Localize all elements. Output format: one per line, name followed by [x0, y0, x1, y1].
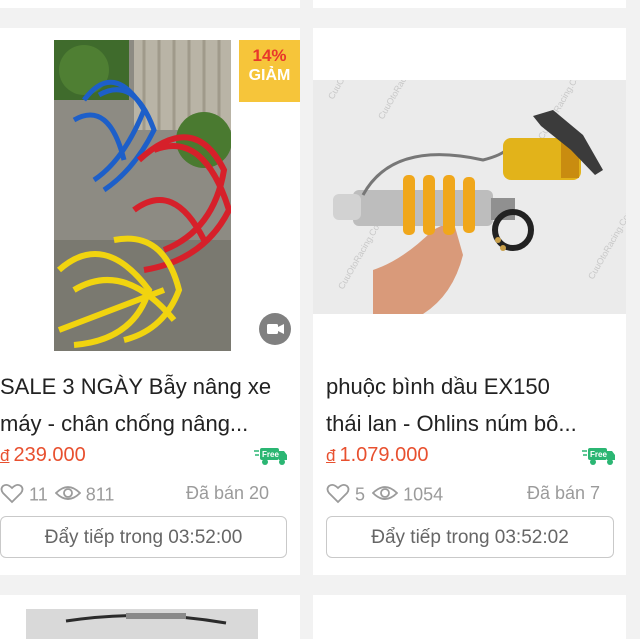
likes-count: 11	[29, 484, 48, 505]
eye-icon	[54, 484, 81, 507]
product-title-line1[interactable]: phuộc bình dầu EX150	[326, 368, 626, 405]
product-stats: 11 811	[0, 482, 114, 509]
product-price: đ 239.000	[0, 444, 86, 467]
discount-label: GIẢM	[248, 67, 291, 84]
discount-percent: 14%	[252, 46, 287, 65]
currency-symbol: đ	[326, 446, 336, 465]
push-button[interactable]: Đẩy tiếp trong 03:52:00	[0, 516, 287, 558]
video-icon[interactable]	[259, 313, 291, 345]
free-shipping-icon: Free	[582, 445, 616, 467]
product-title-line2[interactable]: thái lan - Ohlins núm bô...	[326, 405, 626, 442]
free-label: Free	[262, 450, 279, 459]
heart-icon[interactable]	[0, 482, 24, 509]
likes-count: 5	[355, 484, 366, 505]
sold-count: Đã bán 7	[527, 483, 601, 503]
product-card-top-left[interactable]	[0, 0, 300, 8]
product-image[interactable]	[54, 40, 231, 351]
eye-icon	[371, 484, 399, 507]
free-label: Free	[590, 450, 607, 459]
price-value: 1.079.000	[339, 444, 429, 466]
product-price: đ 1.079.000	[326, 444, 428, 467]
product-card-top-right[interactable]	[313, 0, 626, 8]
price-value: 239.000	[13, 444, 86, 466]
free-shipping-icon: Free	[254, 445, 288, 467]
product-title-line1[interactable]: SALE 3 NGÀY Bẫy nâng xe	[0, 368, 300, 405]
sold-count: Đã bán 20	[186, 483, 270, 503]
discount-badge: 14% GIẢM	[239, 40, 300, 102]
product-card-bottom-left[interactable]	[0, 595, 300, 639]
product-image[interactable]	[26, 609, 258, 639]
product-stats: 5 1054	[326, 482, 443, 509]
product-title-line2[interactable]: máy - chân chống nâng...	[0, 405, 300, 442]
product-card-bottom-right[interactable]	[313, 595, 626, 639]
currency-symbol: đ	[0, 446, 10, 465]
push-button[interactable]: Đẩy tiếp trong 03:52:02	[326, 516, 614, 558]
product-image[interactable]: CuuOtoRacing.Com CuuOtoRacing.Com CuuOto…	[313, 80, 626, 314]
views-count: 811	[85, 484, 115, 505]
heart-icon[interactable]	[326, 482, 350, 509]
views-count: 1054	[403, 484, 444, 505]
